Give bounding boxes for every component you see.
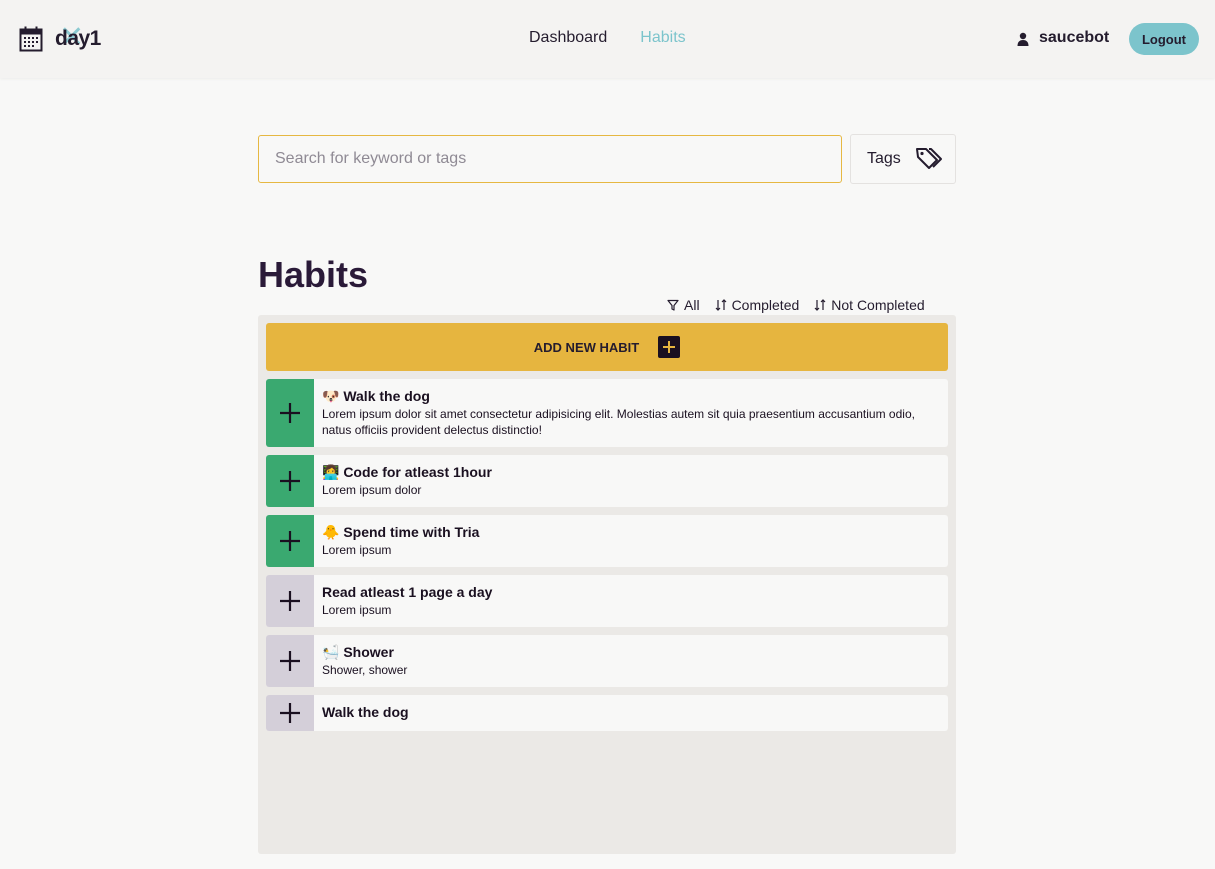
tags-icon <box>915 148 942 169</box>
habit-card[interactable]: Walk the dog <box>266 695 948 731</box>
complete-toggle[interactable] <box>266 455 314 507</box>
user-profile[interactable]: saucebot <box>1016 29 1109 47</box>
brand[interactable]: ✕ day1 <box>19 23 101 54</box>
filter-all-label: All <box>684 297 700 313</box>
add-habit-label: ADD NEW HABIT <box>533 339 640 355</box>
habit-title: 🐥 Spend time with Tria <box>322 524 480 540</box>
tags-button[interactable]: Tags <box>850 134 956 184</box>
habit-title: 🐶 Walk the dog <box>322 388 430 404</box>
habit-title: 👩‍💻 Code for atleast 1hour <box>322 464 492 480</box>
habit-description: Shower, shower <box>322 663 408 677</box>
plus-icon <box>280 471 300 491</box>
filter-bar: All Completed Not Completed <box>667 297 925 313</box>
calendar-icon <box>19 26 43 52</box>
habit-description: Lorem ipsum <box>322 603 392 617</box>
habit-content: Walk the dog <box>314 695 417 731</box>
nav-habits[interactable]: Habits <box>640 29 685 47</box>
username: saucebot <box>1039 29 1110 46</box>
filter-icon <box>667 299 679 311</box>
logout-button[interactable]: Logout <box>1129 23 1199 55</box>
habit-title: Read atleast 1 page a day <box>322 584 493 600</box>
sort-icon <box>814 299 826 311</box>
filter-all[interactable]: All <box>667 297 700 313</box>
filter-completed-label: Completed <box>731 297 800 313</box>
plus-icon <box>280 651 300 671</box>
plus-icon <box>280 591 300 611</box>
habit-content: 👩‍💻 Code for atleast 1hour Lorem ipsum d… <box>314 455 500 507</box>
habit-list: ADD NEW HABIT 🐶 Walk the dog Lorem ipsum… <box>258 315 956 854</box>
habit-description: Lorem ipsum <box>322 543 392 557</box>
filter-not-completed[interactable]: Not Completed <box>814 297 925 313</box>
user-icon <box>1017 32 1029 46</box>
plus-icon <box>280 703 300 723</box>
main-nav: Dashboard Habits <box>529 29 686 47</box>
filter-completed[interactable]: Completed <box>715 297 800 313</box>
habit-card[interactable]: 🛀 Shower Shower, shower <box>266 635 948 687</box>
habit-content: Read atleast 1 page a day Lorem ipsum <box>314 575 500 627</box>
complete-toggle[interactable] <box>266 379 314 447</box>
habit-card[interactable]: 🐥 Spend time with Tria Lorem ipsum <box>266 515 948 567</box>
habit-content: 🐥 Spend time with Tria Lorem ipsum <box>314 515 487 567</box>
habit-title: 🛀 Shower <box>322 644 394 660</box>
nav-dashboard[interactable]: Dashboard <box>529 29 607 47</box>
brand-name: day1 <box>55 27 101 50</box>
brand-logo: ✕ day1 <box>55 23 101 53</box>
habit-content: 🛀 Shower Shower, shower <box>314 635 415 687</box>
habit-description: Lorem ipsum dolor <box>322 483 422 497</box>
habit-title: Walk the dog <box>322 704 409 720</box>
page-title: Habits <box>258 254 369 295</box>
plus-square-icon <box>658 336 681 358</box>
plus-icon <box>280 531 300 551</box>
complete-toggle[interactable] <box>266 695 314 731</box>
habit-card[interactable]: 🐶 Walk the dog Lorem ipsum dolor sit ame… <box>266 379 948 447</box>
add-habit-button[interactable]: ADD NEW HABIT <box>266 323 948 371</box>
complete-toggle[interactable] <box>266 575 314 627</box>
habit-description: Lorem ipsum dolor sit amet consectetur a… <box>322 407 915 437</box>
sort-icon <box>715 299 726 311</box>
complete-toggle[interactable] <box>266 515 314 567</box>
top-navbar: ✕ day1 Dashboard Habits saucebot Logout <box>0 0 1215 78</box>
complete-toggle[interactable] <box>266 635 314 687</box>
habit-card[interactable]: Read atleast 1 page a day Lorem ipsum <box>266 575 948 627</box>
filter-not-completed-label: Not Completed <box>831 297 925 313</box>
plus-icon <box>280 403 300 423</box>
habit-card[interactable]: 👩‍💻 Code for atleast 1hour Lorem ipsum d… <box>266 455 948 507</box>
tags-label: Tags <box>867 150 901 167</box>
search-input[interactable] <box>258 135 842 183</box>
habit-content: 🐶 Walk the dog Lorem ipsum dolor sit ame… <box>314 379 948 447</box>
